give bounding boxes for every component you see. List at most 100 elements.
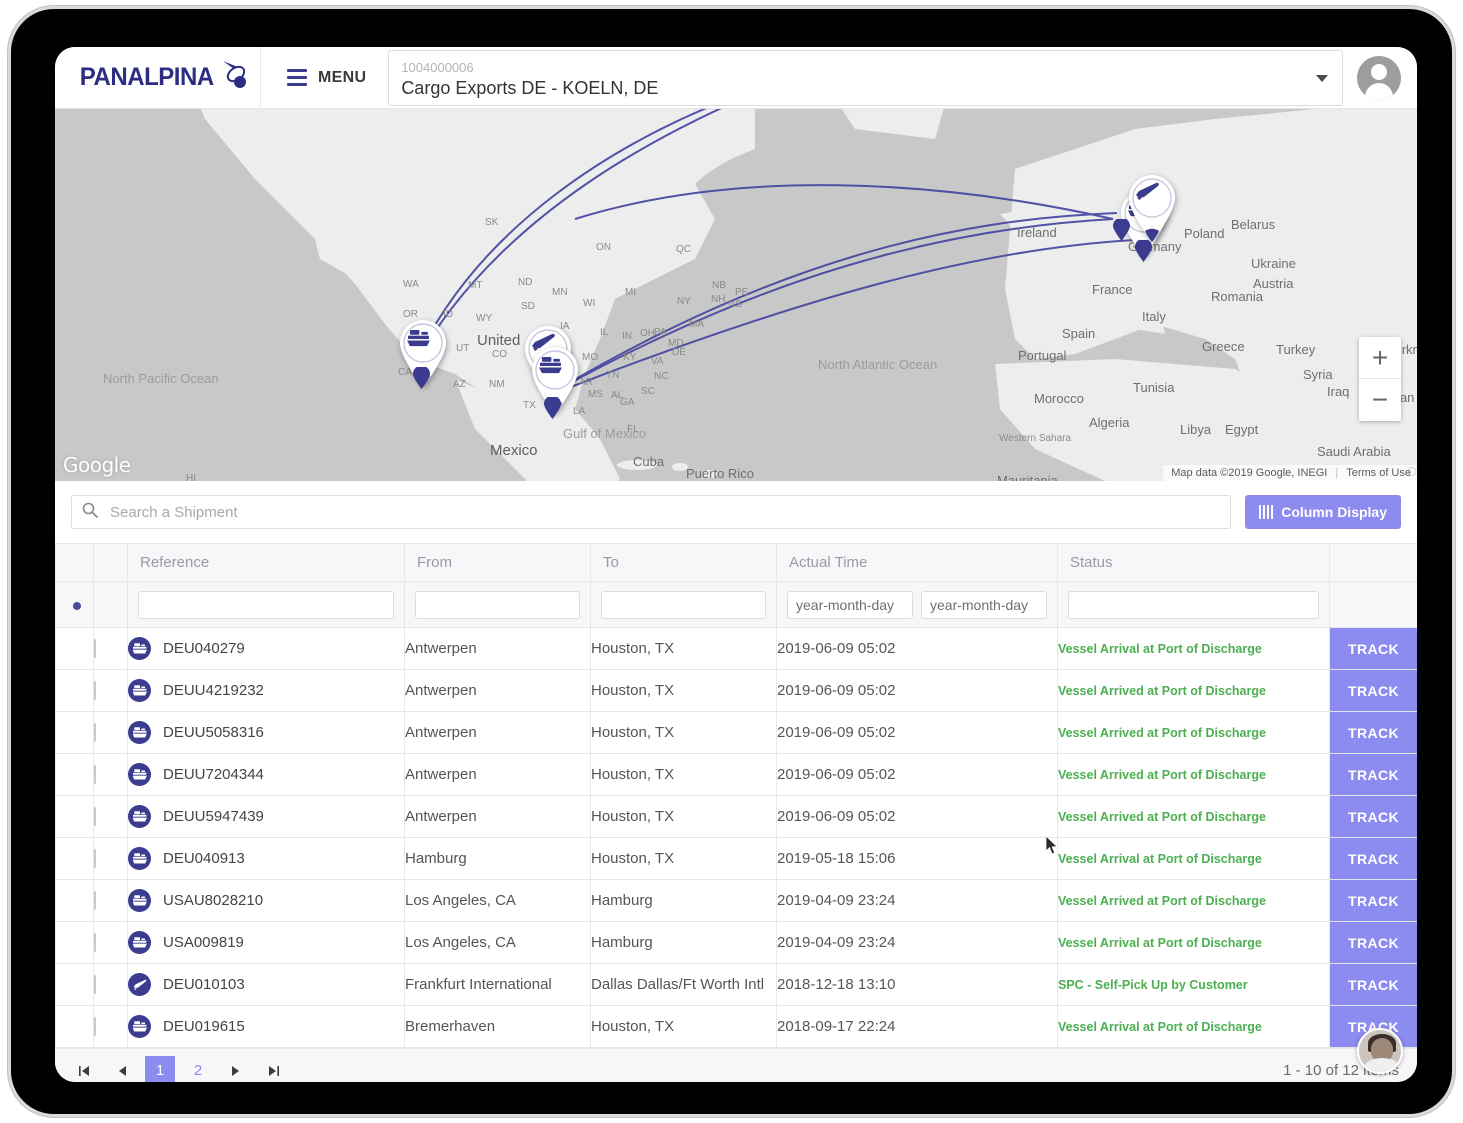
track-button[interactable]: TRACK xyxy=(1330,670,1417,711)
column-header-actual-time[interactable]: Actual Time xyxy=(776,543,1058,582)
cell-to: Houston, TX xyxy=(590,753,777,796)
row-spacer-cell xyxy=(55,711,94,754)
track-button[interactable]: TRACK xyxy=(1330,796,1417,837)
row-spacer-cell xyxy=(55,1005,94,1048)
table-row[interactable]: DEUU5058316 Antwerpen Houston, TX 2019-06-0… xyxy=(55,711,1417,754)
status-text: Vessel Arrived at Port of Discharge xyxy=(1058,768,1266,782)
table-row[interactable]: DEU019615 Bremerhaven Houston, TX 2018-09-1… xyxy=(55,1005,1417,1048)
terms-of-use-link[interactable]: Terms of Use xyxy=(1346,467,1411,479)
row-spacer-cell xyxy=(55,795,94,838)
track-button[interactable]: TRACK xyxy=(1330,964,1417,1005)
map-location-dot[interactable] xyxy=(544,395,561,419)
column-header-to[interactable]: To xyxy=(590,543,777,582)
panalpina-logo[interactable]: PANALPINA xyxy=(55,47,261,109)
cell-track: TRACK xyxy=(1329,837,1417,880)
filter-cell-track xyxy=(1329,581,1417,628)
page-number-2[interactable]: 2 xyxy=(183,1056,213,1083)
prev-page-icon[interactable] xyxy=(107,1056,137,1083)
support-agent-avatar-icon[interactable] xyxy=(1357,1028,1403,1074)
cell-reference: DEU040279 xyxy=(127,627,405,670)
table-row[interactable]: DEU010103 Frankfurt International Dallas D… xyxy=(55,963,1417,1006)
column-header-from[interactable]: From xyxy=(404,543,591,582)
filter-input-time-to[interactable] xyxy=(921,590,1047,619)
plane-pin-icon[interactable] xyxy=(1123,169,1181,243)
row-checkbox[interactable] xyxy=(94,639,96,658)
next-page-icon[interactable] xyxy=(221,1056,251,1083)
map-location-dot[interactable] xyxy=(413,365,430,389)
cell-from: Bremerhaven xyxy=(404,1005,591,1048)
row-checkbox[interactable] xyxy=(94,1017,96,1036)
column-header-track xyxy=(1329,543,1417,582)
cell-actual-time: 2019-06-09 05:02 xyxy=(776,669,1058,712)
track-button[interactable]: TRACK xyxy=(1330,712,1417,753)
user-avatar-icon[interactable] xyxy=(1357,55,1401,100)
table-footer: 1 2 1 - 10 of 12 items xyxy=(55,1048,1417,1082)
table-row[interactable]: USAU8028210 Los Angeles, CA Hamburg 2019-04… xyxy=(55,879,1417,922)
row-select-cell xyxy=(93,627,128,670)
page-number-1[interactable]: 1 xyxy=(145,1055,175,1082)
cell-reference: DEU019615 xyxy=(127,1005,405,1048)
row-spacer-cell xyxy=(55,921,94,964)
table-row[interactable]: DEUU5947439 Antwerpen Houston, TX 2019-06-0… xyxy=(55,795,1417,838)
table-row[interactable]: DEUU4219232 Antwerpen Houston, TX 2019-06-0… xyxy=(55,669,1417,712)
first-page-icon[interactable] xyxy=(69,1056,99,1083)
row-checkbox[interactable] xyxy=(94,765,96,784)
row-checkbox[interactable] xyxy=(94,849,96,868)
map-location-dot[interactable] xyxy=(1113,217,1130,241)
map-zoom-controls[interactable]: + − xyxy=(1359,337,1401,421)
track-button[interactable]: TRACK xyxy=(1330,754,1417,795)
search-field-wrapper[interactable] xyxy=(71,495,1232,529)
cell-actual-time: 2019-06-09 05:02 xyxy=(776,627,1058,670)
row-checkbox[interactable] xyxy=(94,933,96,952)
table-header-row: Reference From To Actual Time Status xyxy=(55,543,1417,582)
row-checkbox[interactable] xyxy=(94,723,96,742)
table-row[interactable]: DEU040279 Antwerpen Houston, TX 2019-06-09 … xyxy=(55,627,1417,670)
filter-input-status[interactable] xyxy=(1068,590,1319,619)
filter-input-to[interactable] xyxy=(601,590,766,619)
table-row[interactable]: DEU040913 Hamburg Houston, TX 2019-05-18 15… xyxy=(55,837,1417,880)
cell-status: Vessel Arrived at Port of Discharge xyxy=(1057,753,1330,796)
row-spacer-cell xyxy=(55,669,94,712)
track-button[interactable]: TRACK xyxy=(1330,922,1417,963)
row-checkbox[interactable] xyxy=(94,807,96,826)
cell-actual-time: 2019-06-09 05:02 xyxy=(776,753,1058,796)
column-header-reference[interactable]: Reference xyxy=(127,543,405,582)
map-geometry xyxy=(55,109,1417,481)
search-input[interactable] xyxy=(108,502,1221,522)
reference-text: DEUU7204344 xyxy=(163,766,264,783)
zoom-in-button[interactable]: + xyxy=(1359,337,1401,379)
row-checkbox[interactable] xyxy=(94,975,96,994)
filter-input-reference[interactable] xyxy=(138,590,394,619)
column-header-status[interactable]: Status xyxy=(1057,543,1330,582)
filter-input-from[interactable] xyxy=(415,590,580,619)
row-select-cell xyxy=(93,795,128,838)
track-button[interactable]: TRACK xyxy=(1330,880,1417,921)
cell-status: Vessel Arrival at Port of Discharge xyxy=(1057,921,1330,964)
table-row[interactable]: USA009819 Los Angeles, CA Hamburg 2019-04-0… xyxy=(55,921,1417,964)
cell-from: Antwerpen xyxy=(404,669,591,712)
table-row[interactable]: DEUU7204344 Antwerpen Houston, TX 2019-06-0… xyxy=(55,753,1417,796)
filter-input-time-from[interactable] xyxy=(787,590,913,619)
account-selector-dropdown[interactable]: 1004000006 Cargo Exports DE - KOELN, DE xyxy=(388,49,1343,106)
menu-toggle-button[interactable]: MENU xyxy=(261,47,388,109)
row-checkbox[interactable] xyxy=(94,891,96,910)
status-text: Vessel Arrival at Port of Discharge xyxy=(1058,642,1262,656)
cell-track: TRACK xyxy=(1329,879,1417,922)
date-range-filter xyxy=(787,590,1047,619)
ship-icon xyxy=(128,805,151,828)
ship-icon xyxy=(128,847,151,870)
reference-text: DEUU4219232 xyxy=(163,682,264,699)
row-checkbox[interactable] xyxy=(94,681,96,700)
cell-to: Houston, TX xyxy=(590,795,777,838)
track-button[interactable]: TRACK xyxy=(1330,628,1417,669)
last-page-icon[interactable] xyxy=(259,1056,289,1083)
cell-actual-time: 2019-04-09 23:24 xyxy=(776,879,1058,922)
map-location-dot[interactable] xyxy=(1135,238,1152,262)
column-display-button[interactable]: Column Display xyxy=(1245,495,1401,529)
cell-reference: DEU040913 xyxy=(127,837,405,880)
column-display-label: Column Display xyxy=(1281,504,1387,520)
shipment-map[interactable]: North Pacific Ocean North Atlantic Ocean U… xyxy=(55,109,1417,481)
zoom-out-button[interactable]: − xyxy=(1359,379,1401,421)
track-button[interactable]: TRACK xyxy=(1330,838,1417,879)
ship-icon xyxy=(128,763,151,786)
